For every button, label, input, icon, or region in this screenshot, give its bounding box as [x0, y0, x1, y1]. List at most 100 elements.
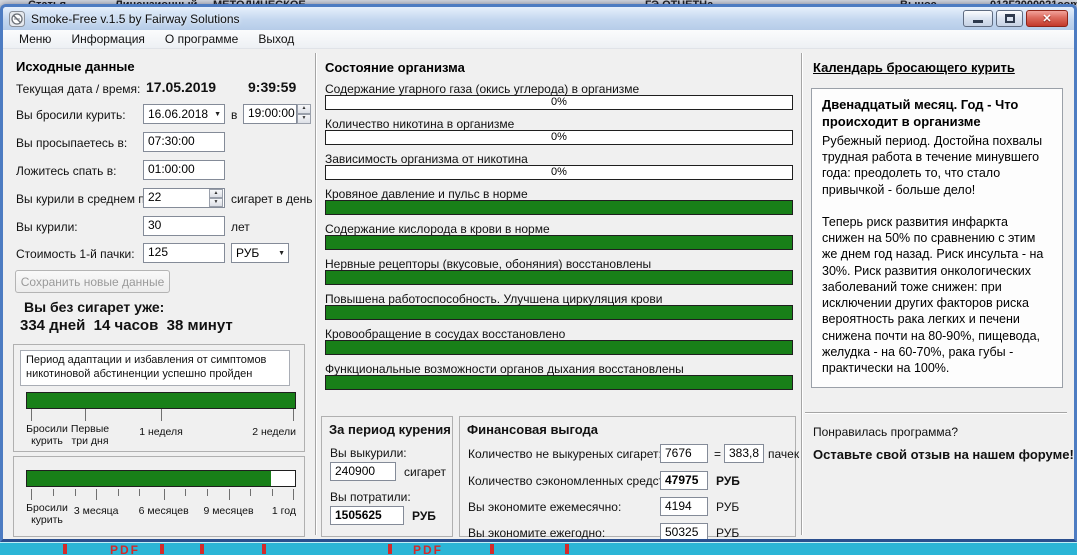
smoking-period-title: За период курения [329, 422, 451, 437]
tick-label: 2 недели [252, 426, 296, 438]
quit-time-field[interactable]: 19:00:00 [243, 104, 297, 124]
client-area: Исходные данные Текущая дата / время: 17… [3, 49, 1074, 539]
sleep-time-label: Ложитесь спать в: [16, 164, 116, 178]
tick-label: Бросили курить [24, 502, 70, 526]
body-state-label: Нервные рецепторы (вкусовые, обоняния) в… [325, 257, 651, 271]
initial-data-title: Исходные данные [16, 59, 135, 74]
bar-fill [326, 306, 792, 319]
timeline-2w-bar [26, 392, 296, 409]
tick-label: 1 год [272, 505, 296, 517]
pdf-icon-label: PDF [110, 543, 140, 555]
sleep-time-field[interactable]: 01:00:00 [143, 160, 225, 180]
quit-time-spinner[interactable]: ▲ ▼ [297, 104, 311, 124]
calendar-paragraph: Теперь риск развития инфаркта снижен на … [822, 214, 1052, 377]
calendar-paragraph: Рубежный период. Достойна похвалы трудна… [822, 133, 1052, 198]
tick-label: Первые три дня [66, 423, 114, 447]
timeline-2w-fill [27, 393, 295, 408]
menu-item-information[interactable]: Информация [61, 30, 154, 48]
smoking-period-group: За период курения Вы выкурили: 240900 си… [321, 416, 453, 537]
body-state-bar [325, 340, 793, 355]
saved-money-field[interactable]: 47975 [660, 471, 708, 490]
screen: Статья Лицензионный МЕТОДИЧЕСКОЕ ГЭ ОТЧЕ… [0, 0, 1077, 555]
year-timeline-group: Бросили курить 3 месяца 6 месяцев 9 меся… [13, 456, 305, 537]
currency-combobox[interactable]: РУБ ▼ [231, 243, 289, 263]
years-smoked-suffix: лет [231, 220, 250, 234]
chevron-down-icon: ▼ [214, 111, 221, 118]
quit-date-combobox[interactable]: 16.06.2018 ▼ [143, 104, 225, 124]
body-state-label: Функциональные возможности органов дыхан… [325, 362, 684, 376]
timeline-1y-axis: Бросили курить 3 месяца 6 месяцев 9 меся… [26, 487, 296, 533]
feedback-cta: Оставьте свой отзыв на нашем форуме! [813, 447, 1074, 462]
yearly-savings-field[interactable]: 50325 [660, 523, 708, 539]
tick-label: Бросили курить [24, 423, 70, 447]
minimize-button[interactable] [963, 10, 993, 27]
avg-cigarettes-spinner[interactable]: ▲ ▼ [209, 189, 223, 207]
bar-fill [326, 201, 792, 214]
smoked-label: Вы выкурили: [330, 446, 407, 460]
close-icon: ✕ [1042, 12, 1051, 25]
quit-conj-label: в [231, 108, 237, 122]
pdf-icon-fragment [565, 544, 569, 554]
maximize-button[interactable] [996, 10, 1023, 27]
pdf-icon-fragment [490, 544, 494, 554]
finance-row-label: Количество не выкуреных сигарет: [468, 447, 662, 461]
current-datetime-label: Текущая дата / время: [16, 82, 140, 96]
maximize-icon [1005, 14, 1015, 23]
equals-sign: = [714, 447, 721, 461]
body-state-label: Кровяное давление и пульс в норме [325, 187, 528, 201]
unsmoked-cigarettes-field[interactable]: 7676 [660, 444, 708, 463]
window-title: Smoke-Free v.1.5 by Fairway Solutions [31, 12, 963, 26]
pdf-icon-fragment [262, 544, 266, 554]
adaptation-group: Период адаптации и избавления от симптом… [13, 344, 305, 452]
finance-title: Финансовая выгода [467, 422, 598, 437]
pdf-icon-fragment [160, 544, 164, 554]
finance-row-label: Вы экономите ежегодно: [468, 526, 605, 539]
body-state-bar: 0% [325, 95, 793, 110]
body-state-label: Содержание кислорода в крови в норме [325, 222, 550, 236]
body-state-label: Количество никотина в организме [325, 117, 514, 131]
monthly-savings-field[interactable]: 4194 [660, 497, 708, 516]
bar-fill [326, 341, 792, 354]
save-button[interactable]: Сохранить новые данные [15, 270, 170, 293]
finance-row-label: Количество сэкономленных средств: [468, 474, 674, 488]
body-state-title: Состояние организма [325, 60, 465, 75]
since-title: Вы без сигарет уже: [24, 299, 164, 315]
spent-value-field[interactable]: 1505625 [330, 506, 404, 525]
pack-price-label: Стоимость 1-й пачки: [16, 247, 135, 261]
monthly-savings-unit: РУБ [716, 500, 739, 514]
tick-label: 3 месяца [74, 505, 119, 517]
body-state-bar [325, 270, 793, 285]
avg-cigarettes-label: Вы курили в среднем по: [16, 192, 155, 206]
spent-label: Вы потратили: [330, 490, 411, 504]
tick-label: 9 месяцев [203, 505, 253, 517]
pack-price-field[interactable]: 125 [143, 243, 225, 263]
body-state-bar: 0% [325, 165, 793, 180]
menu-item-exit[interactable]: Выход [248, 30, 304, 48]
packs-unit: пачек [768, 447, 799, 461]
avg-cigarettes-suffix: сигарет в день [231, 192, 313, 206]
close-button[interactable]: ✕ [1026, 10, 1068, 27]
menubar: Меню Информация О программе Выход [3, 30, 1074, 49]
spent-unit: РУБ [412, 509, 436, 523]
menu-item-about[interactable]: О программе [155, 30, 248, 48]
wake-time-field[interactable]: 07:30:00 [143, 132, 225, 152]
body-state-label: Зависимость организма от никотина [325, 152, 528, 166]
spinner-down-icon: ▼ [209, 198, 223, 207]
body-state-label: Кровообращение в сосудах восстановлено [325, 327, 565, 341]
spinner-up-icon: ▲ [209, 189, 223, 198]
app-window: Smoke-Free v.1.5 by Fairway Solutions ✕ … [0, 4, 1077, 542]
finance-row-label: Вы экономите ежемесячно: [468, 500, 621, 514]
desktop-strip: PDF PDF [0, 542, 1077, 555]
timeline-2w-axis: Бросили курить Первые три дня 1 неделя 2… [26, 409, 296, 451]
body-state-bar [325, 200, 793, 215]
years-smoked-field[interactable]: 30 [143, 216, 225, 236]
body-state-bar [325, 235, 793, 250]
current-date: 17.05.2019 [146, 79, 216, 95]
menu-item-menu[interactable]: Меню [9, 30, 61, 48]
calendar-entry-title: Двенадцатый месяц. Год - Что происходит … [822, 97, 1052, 131]
pdf-icon-fragment [200, 544, 204, 554]
chevron-down-icon: ▼ [278, 250, 285, 257]
smoked-value-field[interactable]: 240900 [330, 462, 396, 481]
body-state-bar [325, 375, 793, 390]
window-controls: ✕ [963, 10, 1068, 27]
